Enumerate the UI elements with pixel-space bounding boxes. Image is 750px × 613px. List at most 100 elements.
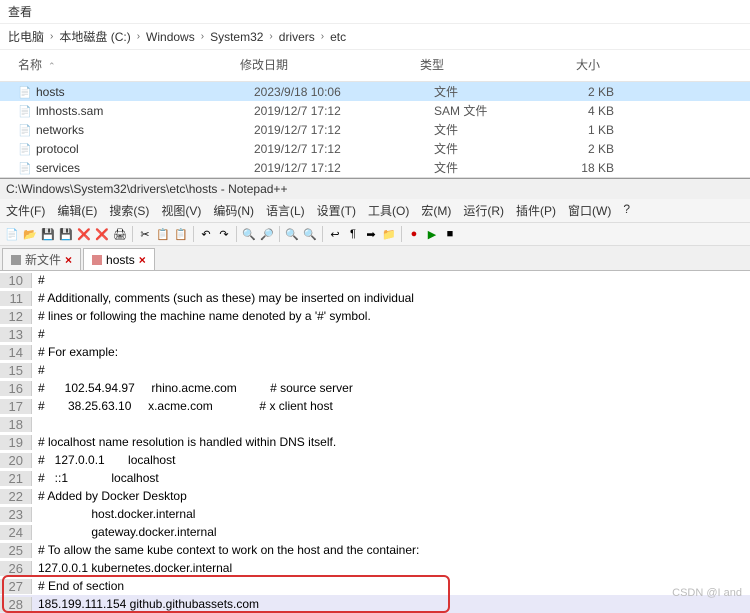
menu-item[interactable]: 插件(P) bbox=[516, 202, 556, 219]
open-file-icon[interactable]: 📂 bbox=[22, 226, 38, 242]
save-icon[interactable]: 💾 bbox=[40, 226, 56, 242]
close-all-icon[interactable]: ❌ bbox=[94, 226, 110, 242]
file-row[interactable]: lmhosts.sam2019/12/7 17:12SAM 文件4 KB bbox=[0, 101, 750, 120]
menu-item[interactable]: 语言(L) bbox=[266, 202, 305, 219]
code-line[interactable]: 14# For example: bbox=[0, 343, 750, 361]
file-size: 18 KB bbox=[554, 161, 634, 175]
paste-icon[interactable]: 📋 bbox=[173, 226, 189, 242]
play-icon[interactable]: ▶ bbox=[424, 226, 440, 242]
breadcrumb-seg[interactable]: System32 bbox=[210, 30, 263, 44]
find-icon[interactable]: 🔍 bbox=[241, 226, 257, 242]
code-line[interactable]: 27# End of section bbox=[0, 577, 750, 595]
code-line[interactable]: 26127.0.0.1 kubernetes.docker.internal bbox=[0, 559, 750, 577]
code-text: # localhost name resolution is handled w… bbox=[32, 435, 336, 449]
code-text: # ::1 localhost bbox=[32, 471, 159, 485]
file-row[interactable]: protocol2019/12/7 17:12文件2 KB bbox=[0, 139, 750, 158]
line-number: 17 bbox=[0, 399, 32, 414]
file-date: 2019/12/7 17:12 bbox=[254, 104, 434, 118]
code-text: # bbox=[32, 327, 45, 341]
col-date[interactable]: 修改日期 bbox=[240, 54, 420, 75]
file-name: lmhosts.sam bbox=[36, 104, 254, 118]
code-line[interactable]: 18 bbox=[0, 415, 750, 433]
undo-icon[interactable]: ↶ bbox=[198, 226, 214, 242]
code-text: # Added by Docker Desktop bbox=[32, 489, 187, 503]
line-number: 28 bbox=[0, 597, 32, 612]
code-line[interactable]: 15# bbox=[0, 361, 750, 379]
menu-item[interactable]: 搜索(S) bbox=[109, 202, 149, 219]
col-size[interactable]: 大小 bbox=[540, 54, 620, 75]
copy-icon[interactable]: 📋 bbox=[155, 226, 171, 242]
code-line[interactable]: 10# bbox=[0, 271, 750, 289]
editor-tab[interactable]: 新文件 × bbox=[2, 248, 81, 270]
col-name[interactable]: 名称⌃ bbox=[0, 54, 240, 75]
menu-item[interactable]: 设置(T) bbox=[317, 202, 356, 219]
breadcrumb[interactable]: 比电脑› 本地磁盘 (C:)› Windows› System32› drive… bbox=[0, 23, 750, 50]
fold-icon[interactable]: 📁 bbox=[381, 226, 397, 242]
code-line[interactable]: 21# ::1 localhost bbox=[0, 469, 750, 487]
code-line[interactable]: 28185.199.111.154 github.githubassets.co… bbox=[0, 595, 750, 613]
breadcrumb-seg[interactable]: 本地磁盘 (C:) bbox=[59, 28, 130, 45]
close-icon[interactable]: ❌ bbox=[76, 226, 92, 242]
code-line[interactable]: 11# Additionally, comments (such as thes… bbox=[0, 289, 750, 307]
code-text: 185.199.111.154 github.githubassets.com bbox=[32, 597, 259, 611]
zoom-out-icon[interactable]: 🔍 bbox=[302, 226, 318, 242]
chevron-right-icon: › bbox=[201, 31, 204, 42]
breadcrumb-seg[interactable]: drivers bbox=[279, 30, 315, 44]
col-type[interactable]: 类型 bbox=[420, 54, 540, 75]
code-line[interactable]: 23 host.docker.internal bbox=[0, 505, 750, 523]
menu-item[interactable]: 窗口(W) bbox=[568, 202, 611, 219]
editor-area[interactable]: 10#11# Additionally, comments (such as t… bbox=[0, 271, 750, 613]
line-number: 25 bbox=[0, 543, 32, 558]
code-line[interactable]: 25# To allow the same kube context to wo… bbox=[0, 541, 750, 559]
file-row[interactable]: networks2019/12/7 17:12文件1 KB bbox=[0, 120, 750, 139]
code-text: # 102.54.94.97 rhino.acme.com # source s… bbox=[32, 381, 353, 395]
menu-item[interactable]: 视图(V) bbox=[161, 202, 201, 219]
line-number: 27 bbox=[0, 579, 32, 594]
indent-icon[interactable]: ➡ bbox=[363, 226, 379, 242]
print-icon[interactable]: 🖨 bbox=[112, 226, 128, 242]
whitespace-icon[interactable]: ¶ bbox=[345, 226, 361, 242]
line-number: 14 bbox=[0, 345, 32, 360]
stop-icon[interactable]: ■ bbox=[442, 226, 458, 242]
code-line[interactable]: 22# Added by Docker Desktop bbox=[0, 487, 750, 505]
cut-icon[interactable]: ✂ bbox=[137, 226, 153, 242]
zoom-in-icon[interactable]: 🔍 bbox=[284, 226, 300, 242]
line-number: 18 bbox=[0, 417, 32, 432]
editor-tab[interactable]: hosts × bbox=[83, 248, 155, 270]
save-all-icon[interactable]: 💾 bbox=[58, 226, 74, 242]
file-row[interactable]: services2019/12/7 17:12文件18 KB bbox=[0, 158, 750, 177]
redo-icon[interactable]: ↷ bbox=[216, 226, 232, 242]
file-row[interactable]: hosts2023/9/18 10:06文件2 KB bbox=[0, 82, 750, 101]
tab-close-icon[interactable]: × bbox=[65, 253, 72, 267]
tab-label: 新文件 bbox=[25, 251, 61, 268]
menu-item[interactable]: 编码(N) bbox=[213, 202, 254, 219]
code-line[interactable]: 24 gateway.docker.internal bbox=[0, 523, 750, 541]
menu-item[interactable]: 宏(M) bbox=[421, 202, 451, 219]
menu-item[interactable]: 运行(R) bbox=[463, 202, 504, 219]
code-line[interactable]: 17# 38.25.63.10 x.acme.com # x client ho… bbox=[0, 397, 750, 415]
tab-close-icon[interactable]: × bbox=[139, 253, 146, 267]
chevron-right-icon: › bbox=[269, 31, 272, 42]
record-icon[interactable]: ● bbox=[406, 226, 422, 242]
replace-icon[interactable]: 🔎 bbox=[259, 226, 275, 242]
breadcrumb-seg[interactable]: etc bbox=[330, 30, 346, 44]
toolbar-separator bbox=[236, 226, 237, 242]
tab-status-icon bbox=[92, 255, 102, 265]
explorer-menu-view[interactable]: 查看 bbox=[0, 0, 750, 23]
line-number: 26 bbox=[0, 561, 32, 576]
new-file-icon[interactable]: 📄 bbox=[4, 226, 20, 242]
code-line[interactable]: 20# 127.0.0.1 localhost bbox=[0, 451, 750, 469]
menu-item[interactable]: ? bbox=[623, 202, 630, 219]
code-line[interactable]: 12# lines or following the machine name … bbox=[0, 307, 750, 325]
menu-item[interactable]: 编辑(E) bbox=[57, 202, 97, 219]
breadcrumb-seg[interactable]: 比电脑 bbox=[8, 28, 44, 45]
code-line[interactable]: 16# 102.54.94.97 rhino.acme.com # source… bbox=[0, 379, 750, 397]
code-line[interactable]: 13# bbox=[0, 325, 750, 343]
wrap-icon[interactable]: ↩ bbox=[327, 226, 343, 242]
menu-item[interactable]: 文件(F) bbox=[6, 202, 45, 219]
tab-label: hosts bbox=[106, 253, 135, 267]
code-line[interactable]: 19# localhost name resolution is handled… bbox=[0, 433, 750, 451]
menu-item[interactable]: 工具(O) bbox=[368, 202, 409, 219]
line-number: 15 bbox=[0, 363, 32, 378]
breadcrumb-seg[interactable]: Windows bbox=[146, 30, 195, 44]
